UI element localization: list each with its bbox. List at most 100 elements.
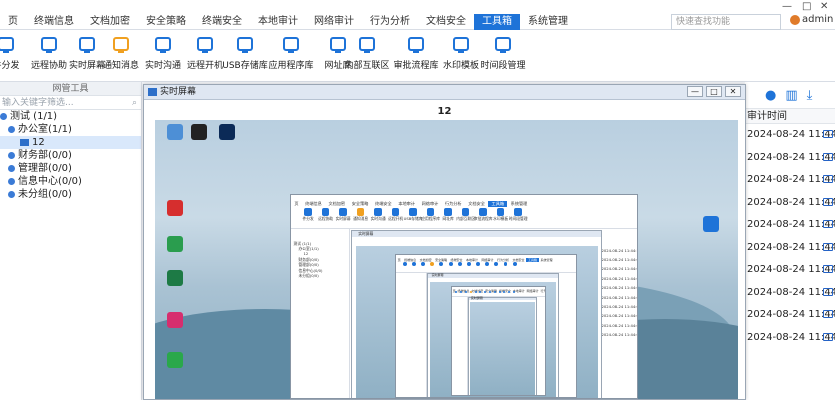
tool-bell-button[interactable]: 通知消息 (98, 30, 144, 71)
tab-3[interactable]: 安全策略 (138, 14, 194, 30)
toolbox-ribbon: 件分发远程协助实时屏幕通知消息实时沟通远程开机USB存储库应用程序库网址库内部互… (0, 30, 835, 82)
view-screen-icon[interactable] (823, 265, 833, 273)
search-input[interactable]: 快速查找功能 (671, 14, 781, 30)
tab-4[interactable]: 终端安全 (194, 14, 250, 30)
view-screen-icon[interactable] (823, 287, 833, 296)
table-row[interactable]: 2024-08-24 11:44:00 (745, 214, 835, 237)
tool-app-library-button[interactable]: 应用程序库 (268, 30, 314, 71)
view-screen-icon[interactable] (823, 310, 833, 318)
chat-icon[interactable]: ● (765, 88, 776, 108)
realtime-screen-dialog: 实时屏幕 — □ ✕ 12 页终端信息 文档加密 安全策略 终端安全 本地审计 网络审计行… (143, 84, 746, 400)
tree-node[interactable]: 财务部(0/0) (0, 149, 141, 162)
tool-approval-button[interactable]: 审批流程库 (393, 30, 439, 71)
table-row[interactable]: 2024-08-24 11:44:00 (745, 304, 835, 327)
search-icon[interactable]: ⌕ (132, 96, 137, 110)
clock-icon (493, 35, 513, 55)
main-nav-tabs: 页终端信息 文档加密 安全策略 终端安全 本地审计 网络审计 行为分析 文档安全 工具箱 系统管理 (0, 14, 576, 30)
export-icon[interactable]: ⤓ (807, 88, 813, 108)
tool-label: USB存储库 (222, 61, 268, 71)
tab-6[interactable]: 网络审计 (306, 14, 362, 30)
tree-node[interactable]: 办公室(1/1) (0, 123, 141, 136)
nested-screen: 页终端信息文档加密安全策略终端安全本地审计网络审计行为分析文档安全工具箱系统管理… (290, 194, 638, 399)
tool-clock-button[interactable]: 时间段管理 (480, 30, 526, 71)
monitor-icon (148, 88, 157, 96)
desktop-icon[interactable] (219, 124, 235, 140)
table-row[interactable]: 2024-08-24 11:44:00 (745, 147, 835, 170)
dialog-close-button[interactable]: ✕ (725, 86, 741, 97)
tree-node[interactable]: 12 (0, 136, 141, 149)
tab-8[interactable]: 文档安全 (418, 14, 474, 30)
tree-node[interactable]: 未分组(0/0) (0, 188, 141, 201)
columns-icon[interactable]: ▥ (785, 88, 797, 108)
nested-tab: 行为分析 (540, 288, 547, 293)
close-button[interactable]: ✕ (820, 1, 828, 12)
app-library-icon (281, 35, 301, 55)
tree-node[interactable]: 测试 (1/1) (0, 110, 141, 123)
desktop-icon[interactable] (703, 216, 719, 232)
tab-1[interactable]: 终端信息 (26, 14, 82, 30)
audit-time-cell: 2024-08-24 11:44:00 (747, 174, 835, 185)
tool-send-button[interactable]: 件分发 (0, 30, 26, 71)
desktop-icon[interactable] (167, 312, 183, 328)
column-header-audit-time[interactable]: 审计时间 (745, 108, 835, 124)
tab-5[interactable]: 本地审计 (250, 14, 306, 30)
nested-header: 页终端信息文档加密安全策略终端安全本地审计网络审计行为分析文档安全工具箱系统管理 (395, 254, 577, 273)
desktop-icon[interactable] (191, 124, 207, 140)
app-library-icon (488, 290, 492, 293)
nested-header: 页终端信息 文档加密 安全策略 终端安全 本地审计 网络审计 行为分析 文档安全 工具箱 系统管理… (291, 195, 637, 230)
table-row[interactable]: 2024-08-24 11:44:00 (745, 327, 835, 350)
table-row[interactable]: 2024-08-24 11:44:00 (745, 169, 835, 192)
desktop-icon[interactable] (167, 124, 183, 140)
table-row[interactable]: 2024-08-24 11:44:10 (745, 124, 835, 147)
view-screen-icon[interactable] (823, 130, 833, 138)
table-row[interactable]: 2024-08-24 11:44:00 (745, 237, 835, 260)
tree-node[interactable]: 管理部(0/0) (0, 162, 141, 175)
view-screen-icon[interactable] (823, 152, 833, 161)
nested-tool: 远程协助 (317, 208, 335, 222)
maximize-button[interactable]: □ (802, 1, 811, 12)
table-row[interactable]: 2024-08-24 11:44:00 (745, 282, 835, 305)
tool-label: 内部互联区 (344, 61, 390, 71)
nested-tab: 终端安全 (375, 200, 392, 206)
tool-watermark-button[interactable]: 水印模板 (438, 30, 484, 71)
desktop-icon[interactable] (167, 270, 183, 286)
tool-chat-button[interactable]: 实时沟通 (140, 30, 186, 71)
send-icon (304, 208, 312, 216)
tool-network-button[interactable]: 内部互联区 (344, 30, 390, 71)
tab-2[interactable]: 文档加密 (82, 14, 138, 30)
nested-tool (510, 261, 519, 267)
nested-desktop: 页终端信息文档加密安全策略终端安全本地审计网络审计行为分析文档安全工具箱系统管理… (356, 245, 598, 398)
tool-usb-button[interactable]: USB存储库 (222, 30, 268, 71)
tab-7[interactable]: 行为分析 (362, 14, 418, 30)
nested-tool-label: 水印模板 (493, 217, 509, 222)
dialog-maximize-button[interactable]: □ (706, 86, 722, 97)
view-screen-icon[interactable] (823, 332, 833, 341)
desktop-icon[interactable] (167, 236, 183, 252)
desktop-icon[interactable] (167, 352, 183, 368)
tab-10[interactable]: 系统管理 (520, 14, 576, 30)
dialog-minimize-button[interactable]: — (687, 86, 703, 97)
globe-icon (493, 290, 496, 293)
view-screen-icon[interactable] (823, 220, 833, 228)
approval-icon (479, 208, 487, 216)
approval-icon (494, 261, 499, 266)
bell-icon (356, 208, 365, 216)
tab-0[interactable]: 页 (0, 14, 26, 30)
tree-node-label: 信息中心(0/0) (18, 176, 82, 187)
desktop-icon[interactable] (167, 200, 183, 216)
dialog-titlebar[interactable]: 实时屏幕 — □ ✕ (144, 85, 745, 100)
nested-screen: 页终端信息文档加密安全策略终端安全本地审计网络审计行为分析文档安全工具箱系统管理… (394, 253, 578, 398)
minimize-button[interactable]: — (782, 1, 792, 12)
send-icon (0, 35, 16, 55)
table-row[interactable]: 2024-08-24 11:44:00 (745, 259, 835, 282)
view-screen-icon[interactable] (823, 175, 833, 183)
tree-search-input[interactable]: 输入关键字筛选... ⌕ (0, 96, 141, 110)
power-on-icon (448, 261, 453, 266)
tab-9[interactable]: 工具箱 (474, 14, 520, 30)
view-screen-icon[interactable] (823, 197, 833, 206)
view-screen-icon[interactable] (823, 242, 833, 251)
power-on-icon (391, 208, 400, 216)
user-menu[interactable]: admin ▾ (790, 14, 835, 25)
tree-node[interactable]: 信息中心(0/0) (0, 175, 141, 188)
table-row[interactable]: 2024-08-24 11:44:00 (745, 192, 835, 215)
